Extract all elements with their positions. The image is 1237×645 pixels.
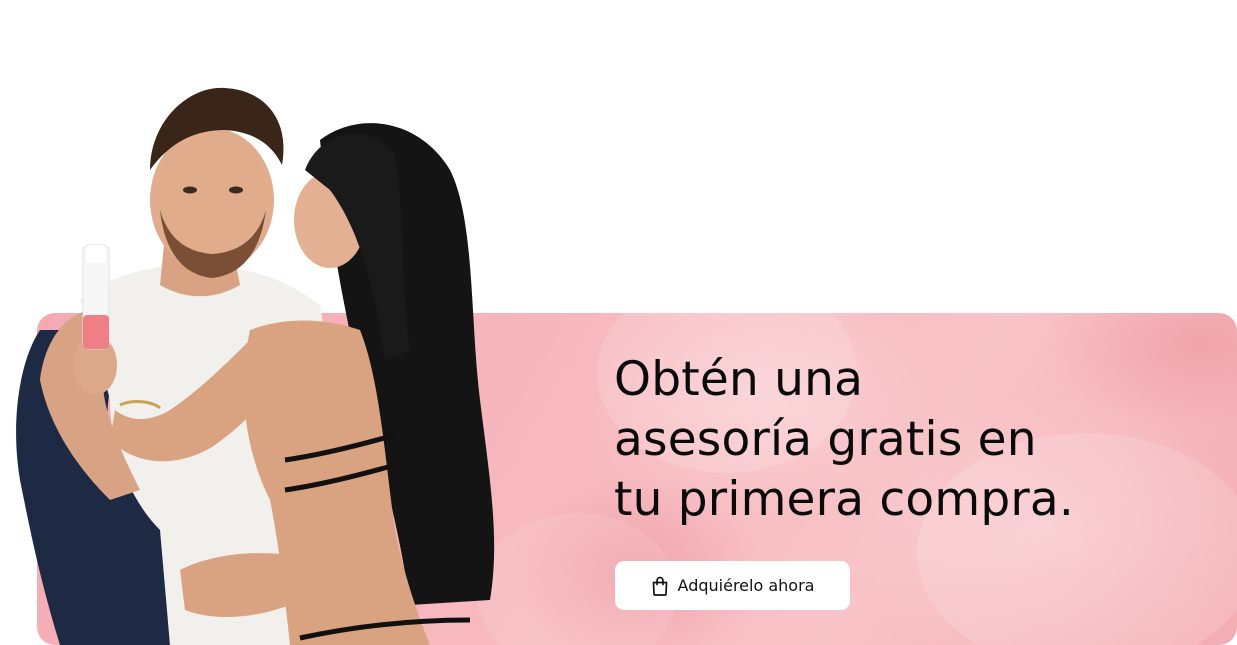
couple-photo [0,60,520,645]
headline-line-2: asesoría gratis en [614,412,1037,467]
shopping-bag-icon [651,576,669,596]
buy-now-label: Adquiérelo ahora [677,576,815,595]
headline-line-1: Obtén una [614,352,864,407]
couple-photo-illustration [16,87,495,645]
headline-line-3: tu primera compra. [614,472,1075,527]
promo-section: Obtén una asesoría gratis en tu primera … [0,0,1237,645]
promo-headline: Obtén una asesoría gratis en tu primera … [614,350,1174,530]
buy-now-button[interactable]: Adquiérelo ahora [615,561,850,610]
